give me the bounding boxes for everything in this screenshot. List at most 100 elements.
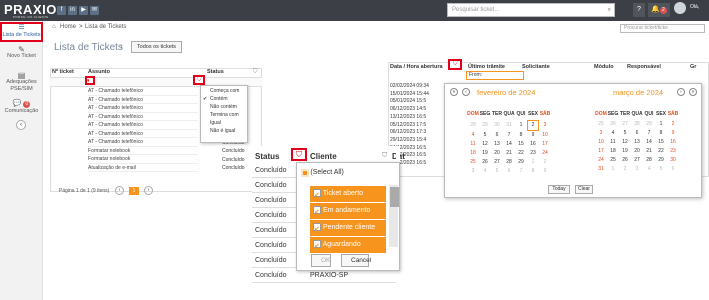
status-option[interactable]: Aguardando adequação [310,237,386,264]
col-header-responsavel[interactable]: Responsável [627,64,661,70]
calendar-day[interactable]: 4 [467,131,479,140]
calendar-day[interactable]: 5 [491,167,503,176]
collapse-sidebar-icon[interactable]: ‹ [16,120,26,130]
menu-item-termina[interactable]: Termina com [201,111,247,119]
calendar-day[interactable]: 2 [667,120,679,129]
calendar-day[interactable]: 27 [491,158,503,167]
home-icon[interactable]: ⌂ [52,24,56,30]
calendar-day[interactable]: 24 [595,156,607,165]
calendar-day[interactable]: 27 [619,120,631,129]
zoom-col-status[interactable]: Status [255,152,279,161]
calendar-day[interactable]: 21 [503,149,515,158]
calendar-day[interactable]: 1 [527,158,539,167]
calendar-day[interactable]: 22 [515,149,527,158]
prev-year-button[interactable]: « [450,88,458,96]
calendar-day[interactable]: 16 [527,140,539,149]
sidebar-item-lista-tickets[interactable]: ☰ Lista de Tickets [0,22,43,42]
calendar-day[interactable]: 25 [467,158,479,167]
calendar-day[interactable]: 17 [539,140,551,149]
col-header-solicitante[interactable]: Solicitante [522,64,550,70]
calendar-day[interactable]: 9 [527,131,539,140]
scrollbar-thumb[interactable] [390,187,399,207]
scrollbar[interactable] [389,185,399,247]
calendar-day[interactable]: 29 [479,121,491,130]
menu-item-nao-igual[interactable]: Não é igual [201,127,247,135]
calendar-day[interactable]: 6 [491,131,503,140]
calendar-day[interactable]: 7 [515,167,527,176]
col-header-status[interactable]: Status [207,69,224,75]
col-header-modulo[interactable]: Módulo [594,64,614,70]
option-checkbox[interactable] [313,239,321,255]
calendar-day[interactable]: 18 [467,149,479,158]
facebook-icon[interactable]: f [57,6,66,15]
calendar-day[interactable]: 13 [631,138,643,147]
calendar-day[interactable]: 25 [607,156,619,165]
calendar-day[interactable]: 5 [479,131,491,140]
calendar-day[interactable]: 6 [503,167,515,176]
table-row[interactable]: AT - Chamado telefônico [88,104,198,113]
status-filter-button[interactable]: ⛉ [193,75,205,85]
calendar-day[interactable]: 24 [539,149,551,158]
calendar-day[interactable]: 29 [515,158,527,167]
calendar-day[interactable]: 23 [667,147,679,156]
prev-page-button[interactable]: ‹ [115,186,124,195]
option-checkbox[interactable] [313,188,321,204]
select-all-option[interactable]: (Select All) [301,167,391,178]
calendar-day[interactable]: 8 [515,131,527,140]
col-header-ticket[interactable]: Nº ticket [52,69,74,75]
calendar-day[interactable]: 20 [631,147,643,156]
calendar-day[interactable]: 8 [655,129,667,138]
calendar-day[interactable]: 18 [607,147,619,156]
filter-icon[interactable]: ⛉ [253,69,258,76]
table-row[interactable]: AT - Chamado telefônico [88,87,198,96]
calendar-day[interactable]: 1 [607,165,619,174]
calendar-day[interactable]: 3 [595,129,607,138]
breadcrumb-home[interactable]: Home [60,24,76,30]
table-row[interactable]: Formatar notebook [88,155,198,164]
date-from-input[interactable]: From: [466,71,524,80]
calendar-day[interactable]: 8 [527,167,539,176]
col-header-tramite[interactable]: Último trâmite [468,64,505,70]
sidebar-item-adequacoes[interactable]: ▤ Adequações PSE/SIM [0,72,43,93]
status-option[interactable]: Em andamento [310,203,386,221]
calendar-day[interactable]: 5 [655,165,667,174]
calendar-day[interactable]: 27 [631,156,643,165]
table-row[interactable]: AT - Chamado telefônico [88,121,198,130]
calendar-day[interactable]: 6 [667,165,679,174]
calendar-day[interactable]: 3 [539,121,551,130]
calendar-day[interactable]: 3 [467,167,479,176]
avatar[interactable] [674,2,686,14]
col-header-assunto[interactable]: Assunto [88,69,110,75]
menu-item-comeca[interactable]: Começa com [201,87,247,95]
calendar-day[interactable]: 30 [667,156,679,165]
calendar-day[interactable]: 11 [607,138,619,147]
help-button[interactable]: ? [633,3,645,17]
date-filter-button[interactable]: ⛉ [448,59,462,70]
calendar-day[interactable]: 2 [539,158,551,167]
calendar-day[interactable]: 12 [619,138,631,147]
calendar-day[interactable]: 26 [607,120,619,129]
calendar-day[interactable]: 6 [631,129,643,138]
calendar-day[interactable]: 1 [655,120,667,129]
calendar-day[interactable]: 31 [595,165,607,174]
calendar-day[interactable]: 19 [479,149,491,158]
table-row[interactable]: Atualização de e-mail [88,164,198,172]
calendar-day[interactable]: 22 [655,147,667,156]
ok-button[interactable]: OK [311,254,331,267]
next-page-button[interactable]: › [144,186,153,195]
calendar-day[interactable]: 7 [503,131,515,140]
zoom-col-cliente[interactable]: Cliente [310,152,337,161]
calendar-day[interactable]: 30 [491,121,503,130]
zoom-status-filter-button[interactable]: ⛉ [291,148,307,161]
calendar-day[interactable]: 29 [643,120,655,129]
menu-item-contem[interactable]: ✔ Contém [201,95,247,103]
menu-item-nao-contem[interactable]: Não contém [201,103,247,111]
mail-icon[interactable]: ✉ [90,6,99,15]
calendar-day[interactable]: 2 [527,120,539,131]
calendar-day[interactable]: 21 [643,147,655,156]
calendar-day[interactable]: 11 [467,140,479,149]
ticket-search-input[interactable]: Pesquisar ticket... ⌕ [447,3,615,17]
calendar-day[interactable]: 12 [479,140,491,149]
calendar-day[interactable]: 9 [539,167,551,176]
calendar-day[interactable]: 26 [479,158,491,167]
